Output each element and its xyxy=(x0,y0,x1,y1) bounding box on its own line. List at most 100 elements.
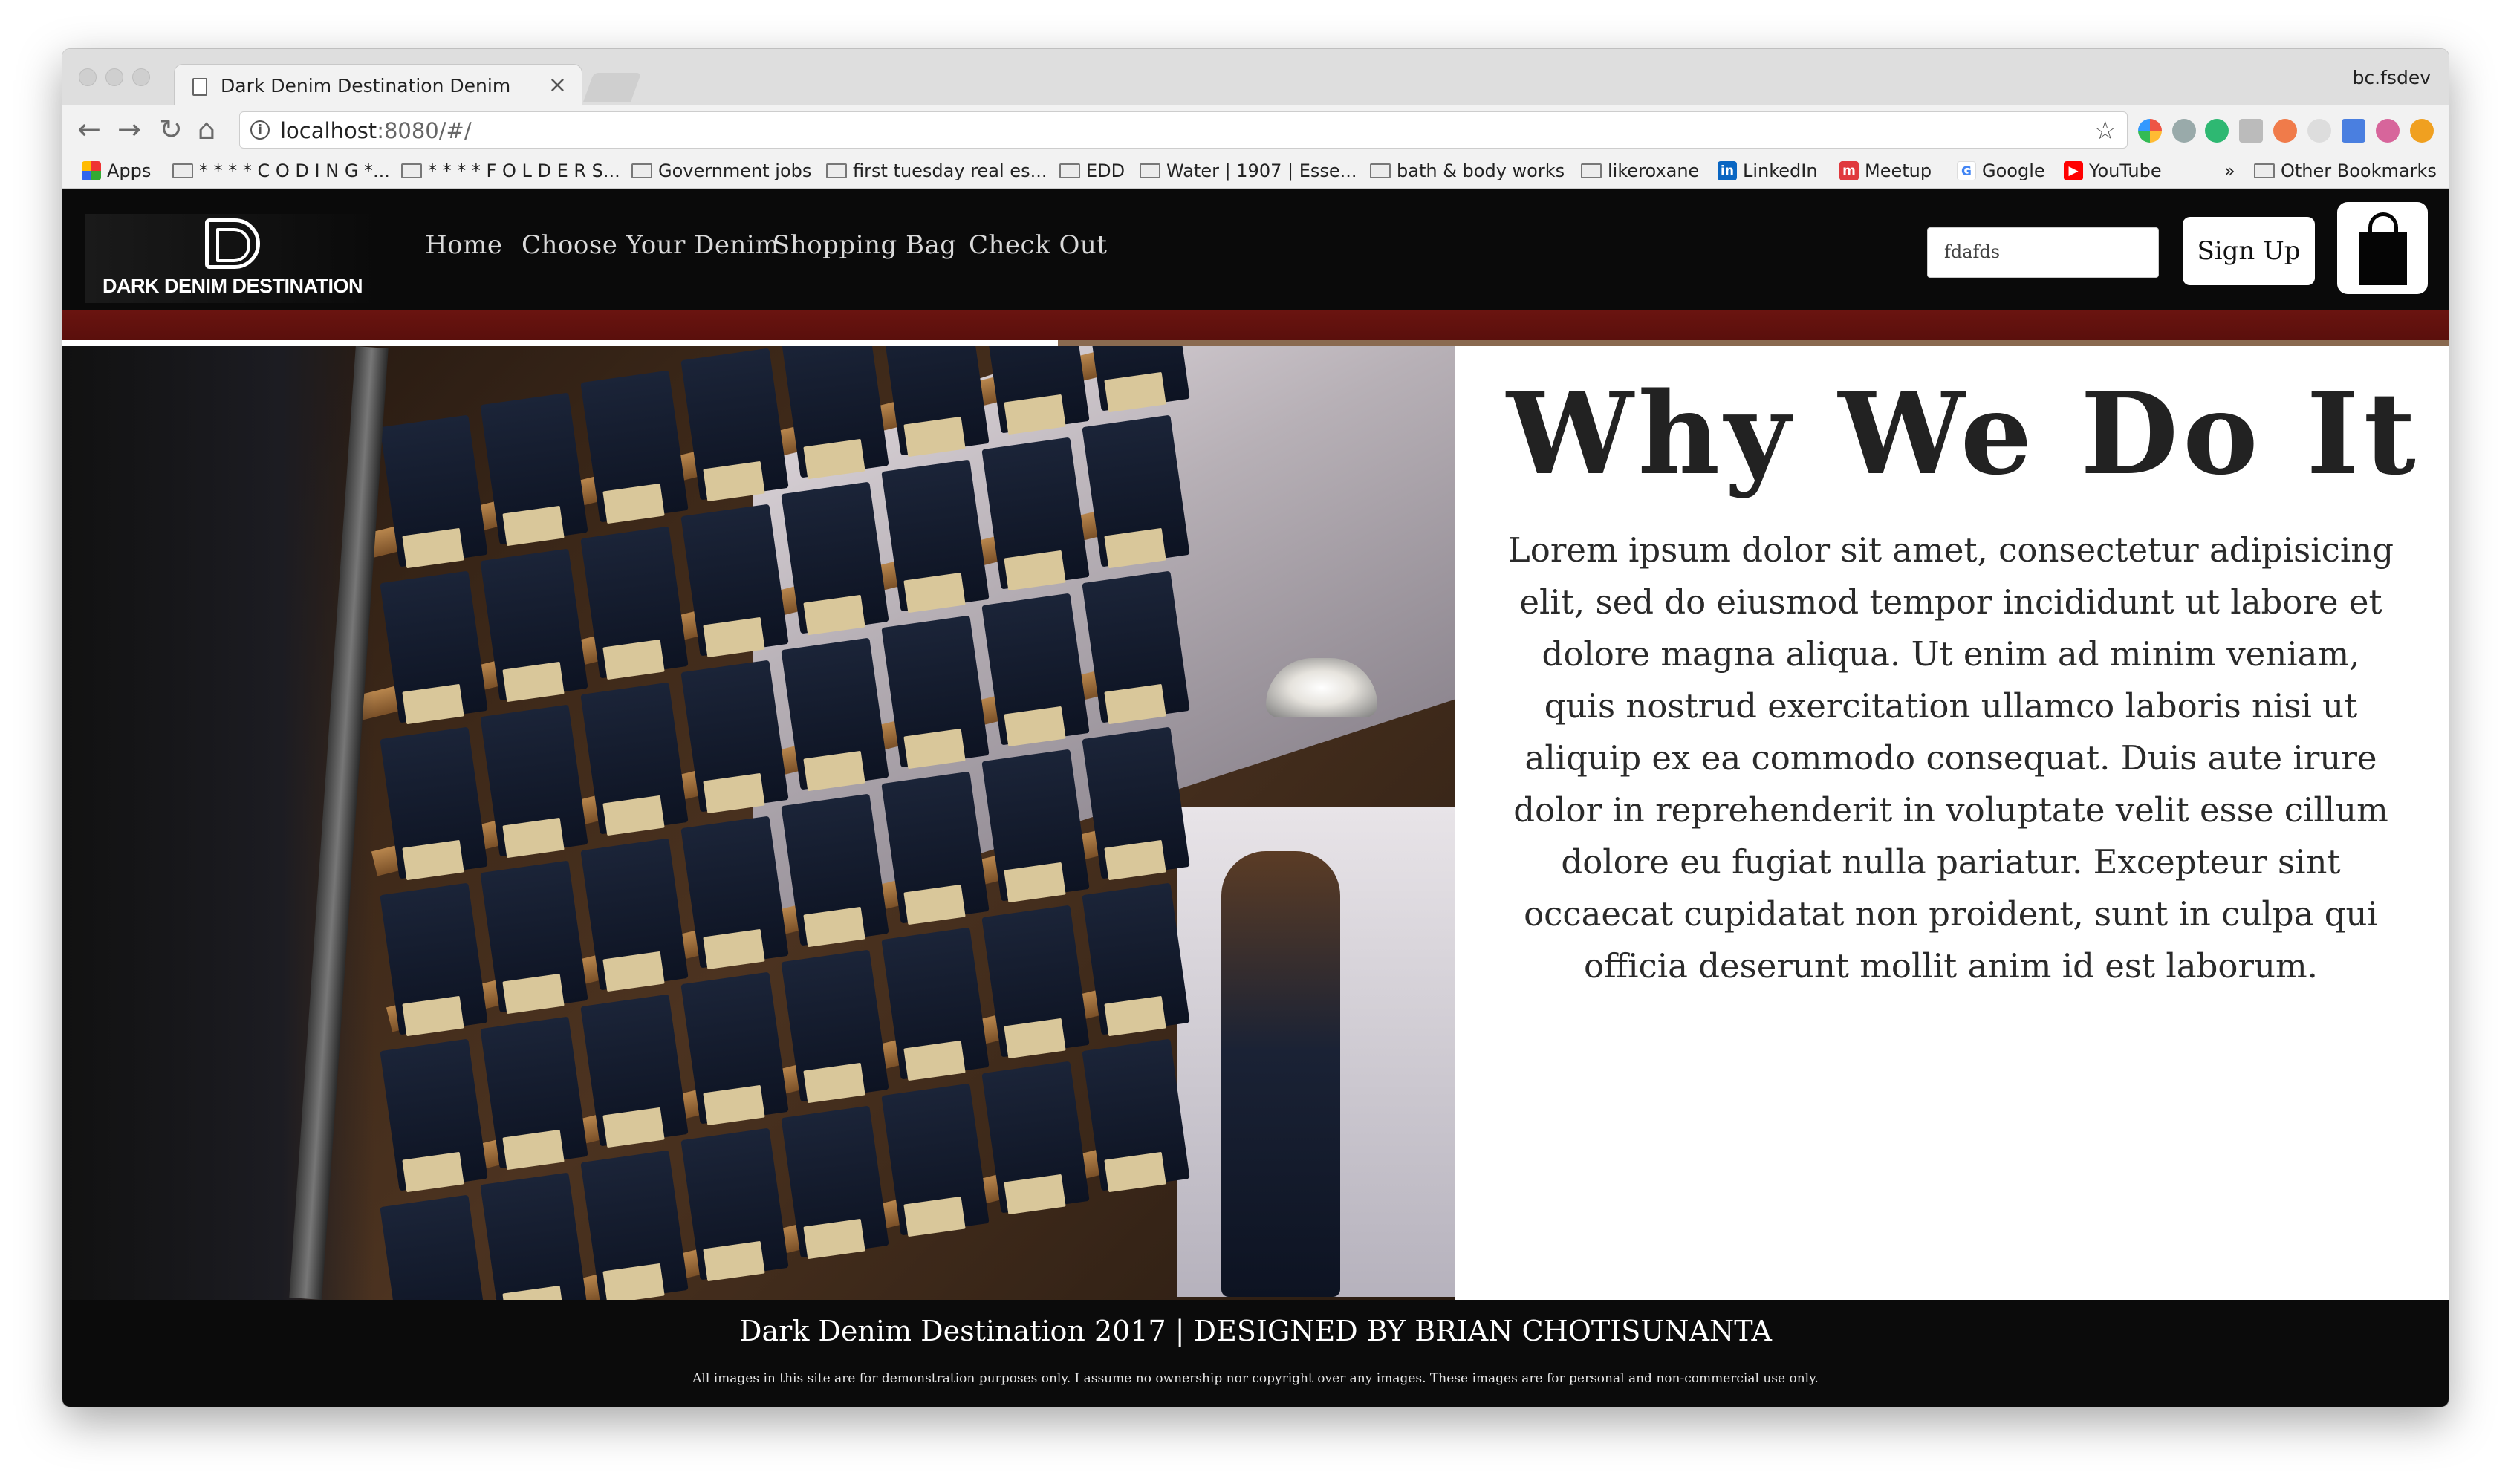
grammarly-extension-icon[interactable] xyxy=(2205,119,2229,143)
photo-price-tag xyxy=(402,1151,464,1193)
logo-d-icon xyxy=(205,218,260,269)
photo-price-tag xyxy=(402,839,464,881)
bookmark-label: Google xyxy=(1982,160,2045,181)
url-host: localhost xyxy=(280,118,377,143)
photo-price-tag xyxy=(903,884,966,925)
translate-extension-icon[interactable] xyxy=(2342,119,2365,143)
bookmark-label: Other Bookmarks xyxy=(2281,160,2437,181)
bookmark-star-icon[interactable]: ☆ xyxy=(2094,116,2117,146)
home-icon[interactable]: ⌂ xyxy=(198,113,215,146)
reload-icon[interactable]: ↻ xyxy=(159,113,183,146)
bookmark-label: Apps xyxy=(107,160,152,181)
json-extension-icon[interactable] xyxy=(2307,119,2331,143)
bookmark-apps[interactable]: Apps xyxy=(82,160,151,181)
block-extension-icon[interactable] xyxy=(2273,119,2297,143)
footer-credit: Dark Denim Destination 2017 | DESIGNED B… xyxy=(739,1315,1772,1347)
bookmark-label: * * * * F O L D E R S... xyxy=(428,160,620,181)
nav-check-out[interactable]: Check Out xyxy=(969,230,1107,260)
minimize-window-button[interactable] xyxy=(105,68,123,86)
apps-grid-icon xyxy=(82,161,101,180)
sign-up-button[interactable]: Sign Up xyxy=(2183,217,2315,285)
bookmark-label: * * * * C O D I N G *... xyxy=(199,160,390,181)
photo-price-tag xyxy=(1004,862,1066,903)
alert-extension-icon[interactable] xyxy=(2410,119,2434,143)
bookmark-meetup[interactable]: m Meetup xyxy=(1839,160,1932,181)
photo-price-tag xyxy=(803,906,865,948)
section-title: Why We Do It xyxy=(1507,367,2420,500)
folder-icon xyxy=(631,163,652,178)
site-info-icon[interactable]: i xyxy=(250,120,270,140)
bookmark-other[interactable]: Other Bookmarks xyxy=(2254,160,2437,181)
bookmark-edd[interactable]: EDD xyxy=(1059,160,1125,181)
photo-price-tag xyxy=(602,483,665,524)
photo-price-tag xyxy=(1004,1174,1066,1215)
bookmark-first-tuesday[interactable]: first tuesday real es... xyxy=(826,160,1047,181)
progress-track xyxy=(1058,340,2449,346)
bookmark-coding[interactable]: * * * * C O D I N G *... xyxy=(172,160,390,181)
nav-shopping-bag[interactable]: Shopping Bag xyxy=(773,230,957,260)
footer-disclaimer: All images in this site are for demonstr… xyxy=(692,1371,1819,1386)
accent-bar xyxy=(62,310,2449,340)
browser-toolbar: ← → ↻ ⌂ i localhost:8080/#/ ☆ xyxy=(62,105,2449,154)
bookmark-water[interactable]: Water | 1907 | Esse... xyxy=(1140,160,1357,181)
photo-price-tag xyxy=(703,1084,765,1126)
photo-price-tag xyxy=(703,1240,765,1282)
linkedin-icon: in xyxy=(1718,161,1737,180)
folder-icon xyxy=(2254,163,2275,178)
eyedropper-extension-icon[interactable] xyxy=(2172,119,2196,143)
photo-price-tag xyxy=(1104,1151,1166,1193)
photo-mannequin xyxy=(1221,851,1340,1297)
maximize-window-button[interactable] xyxy=(132,68,150,86)
site-logo[interactable]: DARK DENIM DESTINATION xyxy=(85,214,380,303)
bookmarks-bar: Apps * * * * C O D I N G *... * * * * F … xyxy=(62,154,2449,189)
bookmark-bath-body-works[interactable]: bath & body works xyxy=(1370,160,1565,181)
shopping-bag-button[interactable] xyxy=(2337,202,2428,294)
profile-name[interactable]: bc.fsdev xyxy=(2353,67,2431,88)
bookmark-likeroxane[interactable]: likeroxane xyxy=(1581,160,1699,181)
extension-icon[interactable] xyxy=(2239,119,2263,143)
web-page: DARK DENIM DESTINATION Home Choose Your … xyxy=(62,189,2449,1407)
bookmark-linkedin[interactable]: in LinkedIn xyxy=(1718,160,1818,181)
bookmark-label: bath & body works xyxy=(1397,160,1565,181)
bookmark-google[interactable]: G Google xyxy=(1957,160,2045,181)
photo-price-tag xyxy=(502,1129,565,1171)
photo-price-tag xyxy=(402,683,464,725)
bookmark-government-jobs[interactable]: Government jobs xyxy=(631,160,811,181)
folder-icon xyxy=(1370,163,1391,178)
bookmark-label: EDD xyxy=(1086,160,1125,181)
google-icon: G xyxy=(1957,161,1976,180)
photo-price-tag xyxy=(903,1196,966,1237)
instagram-extension-icon[interactable] xyxy=(2376,119,2400,143)
nav-home[interactable]: Home xyxy=(425,230,502,260)
photo-price-tag xyxy=(502,505,565,547)
meetup-icon: m xyxy=(1839,161,1859,180)
search-input[interactable]: fdafds xyxy=(1927,227,2159,278)
new-tab-button[interactable] xyxy=(582,73,642,102)
tab-close-icon[interactable]: × xyxy=(548,72,567,98)
folder-icon xyxy=(826,163,847,178)
nav-choose-your-denim[interactable]: Choose Your Denim xyxy=(522,230,779,260)
close-window-button[interactable] xyxy=(79,68,97,86)
bookmark-youtube[interactable]: ▶ YouTube xyxy=(2064,160,2162,181)
photo-price-tag xyxy=(602,639,665,680)
browser-tab[interactable]: Dark Denim Destination Denim × xyxy=(174,64,582,105)
browser-window: Dark Denim Destination Denim × bc.fsdev … xyxy=(62,49,2449,1407)
photo-price-tag xyxy=(602,951,665,992)
tab-title: Dark Denim Destination Denim xyxy=(221,75,511,97)
bookmark-folders[interactable]: * * * * F O L D E R S... xyxy=(401,160,620,181)
bookmark-label: Meetup xyxy=(1865,160,1932,181)
photo-price-tag xyxy=(402,995,464,1037)
back-icon[interactable]: ← xyxy=(77,113,101,146)
denim-store-photo xyxy=(62,346,1455,1300)
folder-icon xyxy=(1581,163,1602,178)
why-we-do-it-section: Why We Do It Lorem ipsum dolor sit amet,… xyxy=(1455,346,2449,1300)
photo-price-tag xyxy=(803,1218,865,1260)
folder-icon xyxy=(401,163,422,178)
photo-price-tag xyxy=(502,661,565,703)
photo-price-tag xyxy=(903,1040,966,1081)
address-bar[interactable]: i localhost:8080/#/ ☆ xyxy=(239,111,2128,149)
forward-icon[interactable]: → xyxy=(117,113,141,146)
color-picker-extension-icon[interactable] xyxy=(2138,119,2162,143)
bookmark-label: LinkedIn xyxy=(1743,160,1818,181)
bookmarks-overflow-button[interactable]: » xyxy=(2224,160,2235,181)
